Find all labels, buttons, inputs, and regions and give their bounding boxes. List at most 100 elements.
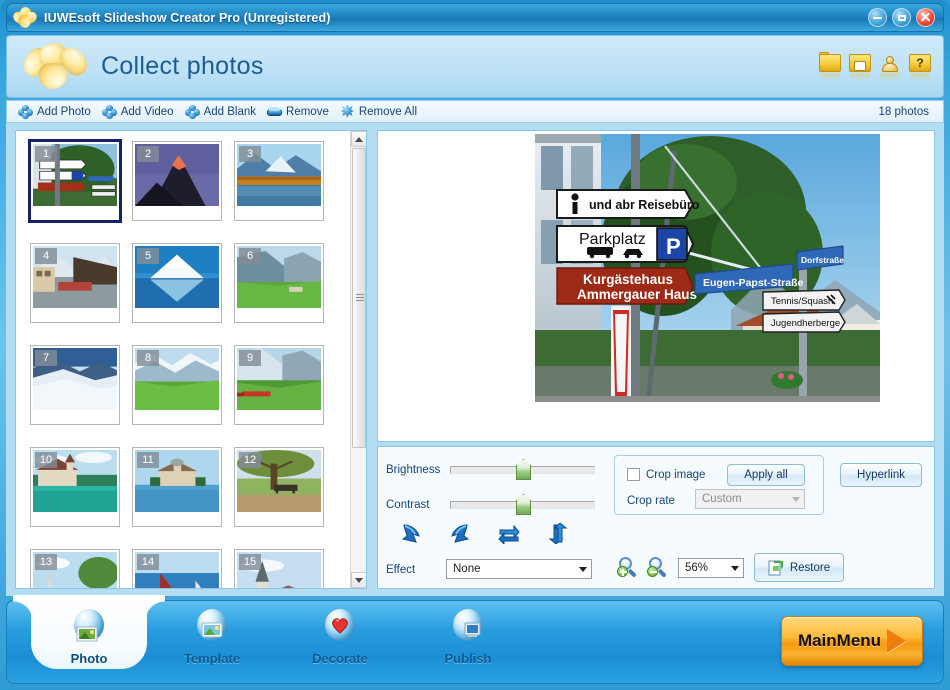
- remove-button[interactable]: Remove: [264, 105, 337, 119]
- thumbnail-item[interactable]: 1: [28, 139, 122, 223]
- effect-select[interactable]: None: [446, 559, 592, 579]
- add-blank-label: Add Blank: [203, 105, 257, 118]
- chevron-down-icon: [731, 566, 739, 571]
- page-header: Collect photos ?: [6, 35, 944, 98]
- thumbnail-item[interactable]: 13: [30, 549, 120, 588]
- photo-artwork: und abr Reisebüro Parkplatz P Kurgästeha…: [535, 134, 880, 402]
- thumbnail-scrollbar[interactable]: [350, 131, 366, 588]
- thumbnail-number: 1: [35, 146, 57, 162]
- thumbnail-image: 6: [237, 246, 321, 308]
- thumbnail-image: 4: [33, 246, 117, 308]
- thumbnail-image: 9: [237, 348, 321, 410]
- thumbnail-item[interactable]: 3: [234, 141, 324, 221]
- nav-item-template[interactable]: Template: [162, 609, 262, 666]
- effect-label: Effect: [386, 564, 416, 576]
- svg-text:Dorfstraße: Dorfstraße: [801, 255, 844, 265]
- crop-image-label: Crop image: [646, 469, 706, 481]
- register-user-icon[interactable]: [879, 54, 901, 80]
- help-icon[interactable]: ?: [909, 53, 931, 80]
- zoom-out-icon[interactable]: [647, 557, 668, 578]
- thumbnail-item[interactable]: 7: [30, 345, 120, 425]
- brightness-slider-knob[interactable]: [516, 459, 531, 480]
- add-video-puzzle-icon: [101, 104, 117, 119]
- restore-button[interactable]: Restore: [754, 553, 844, 582]
- apply-all-button[interactable]: Apply all: [727, 464, 805, 486]
- thumbnail-item[interactable]: 14: [132, 549, 222, 588]
- thumbnail-image: 7: [33, 348, 117, 410]
- collect-toolbar: Add Photo Add Video Add Blank Remove Rem…: [6, 100, 944, 123]
- close-icon[interactable]: [916, 8, 935, 27]
- remove-eraser-icon: [267, 106, 283, 118]
- crop-rate-select[interactable]: Custom: [695, 489, 805, 509]
- brightness-slider[interactable]: [450, 459, 595, 480]
- main-menu-button[interactable]: MainMenu: [781, 616, 923, 666]
- zoom-level-select[interactable]: 56%: [678, 558, 744, 578]
- crop-image-checkbox[interactable]: [627, 468, 640, 481]
- hyperlink-button[interactable]: Hyperlink: [840, 463, 922, 487]
- thumbnail-item[interactable]: 6: [234, 243, 324, 323]
- thumbnail-image: 11: [135, 450, 219, 512]
- thumbnail-image: 5: [135, 246, 219, 308]
- photo-nav-icon: [70, 609, 108, 649]
- apply-all-label: Apply all: [744, 469, 788, 481]
- minimize-icon[interactable]: [868, 8, 887, 27]
- flower-logo-icon: [11, 6, 39, 30]
- add-photo-button[interactable]: Add Photo: [15, 104, 99, 120]
- thumbnail-number: 11: [137, 452, 159, 468]
- zoom-level-value: 56%: [685, 562, 709, 574]
- rotate-right-icon[interactable]: [449, 523, 471, 544]
- add-blank-button[interactable]: Add Blank: [182, 104, 264, 120]
- flip-horizontal-icon[interactable]: [498, 523, 520, 546]
- open-project-icon[interactable]: [819, 51, 841, 80]
- thumbnail-item[interactable]: 8: [132, 345, 222, 425]
- nav-item-photo[interactable]: Photo: [39, 609, 139, 666]
- thumbnail-item[interactable]: 10: [30, 447, 120, 527]
- thumbnail-number: 13: [35, 554, 57, 570]
- save-project-icon[interactable]: [849, 53, 871, 80]
- thumbnail-image: 3: [237, 144, 321, 206]
- add-video-button[interactable]: Add Video: [99, 104, 182, 120]
- restore-label: Restore: [789, 561, 831, 574]
- street-signpost-photo[interactable]: und abr Reisebüro Parkplatz P Kurgästeha…: [535, 134, 880, 402]
- rotate-left-icon[interactable]: [400, 523, 422, 544]
- thumbnail-item[interactable]: 5: [132, 243, 222, 323]
- thumbnail-number: 8: [137, 350, 159, 366]
- crop-rate-value: Custom: [702, 493, 742, 505]
- nav-item-publish[interactable]: Publish: [418, 609, 518, 666]
- chevron-down-icon: [792, 497, 800, 502]
- thumbnail-item[interactable]: 12: [234, 447, 324, 527]
- flip-vertical-icon[interactable]: [547, 522, 569, 545]
- thumbnail-image: 15: [237, 552, 321, 588]
- crop-group: Crop image Apply all Crop rate Custom: [614, 455, 824, 515]
- svg-text:und abr Reisebüro: und abr Reisebüro: [589, 198, 700, 212]
- contrast-slider[interactable]: [450, 494, 595, 515]
- add-blank-puzzle-icon: [184, 104, 200, 119]
- thumbnail-number: 3: [239, 146, 261, 162]
- help-glyph: ?: [916, 55, 924, 70]
- thumbnail-image: 13: [33, 552, 117, 588]
- svg-text:Tennis/Squash: Tennis/Squash: [771, 296, 833, 307]
- remove-all-button[interactable]: Remove All: [337, 104, 425, 120]
- thumbnail-image: 14: [135, 552, 219, 588]
- nav-item-decorate[interactable]: Decorate: [290, 609, 390, 666]
- thumbnail-item[interactable]: 15: [234, 549, 324, 588]
- zoom-in-icon[interactable]: [617, 557, 638, 578]
- thumbnail-number: 2: [137, 146, 159, 162]
- nav-item-decorate-label: Decorate: [312, 651, 368, 666]
- thumbnail-item[interactable]: 2: [132, 141, 222, 221]
- thumbnail-item[interactable]: 11: [132, 447, 222, 527]
- svg-text:Ammergauer Haus: Ammergauer Haus: [577, 287, 697, 302]
- maximize-icon[interactable]: [892, 8, 911, 27]
- scroll-down-arrow-icon[interactable]: [351, 572, 366, 588]
- preview-panel: und abr Reisebüro Parkplatz P Kurgästeha…: [377, 130, 935, 442]
- photo-count-label: 18 photos: [878, 105, 929, 118]
- contrast-slider-knob[interactable]: [516, 494, 531, 515]
- thumbnail-item[interactable]: 4: [30, 243, 120, 323]
- scroll-up-arrow-icon[interactable]: [351, 131, 366, 147]
- thumbnail-item[interactable]: 9: [234, 345, 324, 425]
- scrollbar-thumb[interactable]: [352, 148, 366, 448]
- thumbnail-number: 12: [239, 452, 261, 468]
- header-icon-group: ?: [819, 51, 931, 80]
- thumbnail-number: 4: [35, 248, 57, 264]
- thumbnail-image: 10: [33, 450, 117, 512]
